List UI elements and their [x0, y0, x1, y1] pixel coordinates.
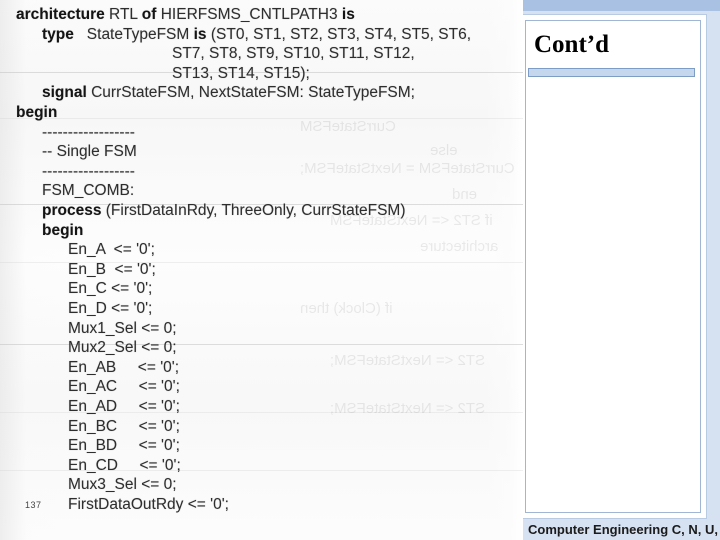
slide-title-underline-bar [528, 68, 695, 77]
code-line: En_AC <= '0'; [68, 378, 180, 396]
code-line: Mux1_Sel <= 0; [68, 319, 177, 337]
code-line: En_D <= '0'; [68, 300, 153, 317]
code-line: En_B <= '0'; [68, 260, 156, 278]
code-line: Mux3_Sel <= 0; [68, 476, 177, 494]
code-line: ------------------ [42, 123, 135, 141]
code-line: En_A <= '0'; [68, 241, 155, 259]
code-line: En_CD <= '0'; [68, 456, 181, 474]
code-line: ST13, ST14, ST15); [172, 64, 310, 82]
code-line: type StateTypeFSM is (ST0, ST1, ST2, ST3… [42, 25, 472, 43]
book-page-number: 137 [25, 500, 42, 510]
code-line: FSM_COMB: [42, 182, 135, 200]
code-line: En_AD <= '0'; [68, 398, 180, 415]
code-line: begin [42, 221, 84, 239]
code-line: -- Single FSM [42, 143, 137, 161]
slide-content-frame-inner [525, 20, 701, 513]
slide-canvas: Cont’d Computer Engineering C, N, U, Cur… [0, 0, 720, 540]
vhdl-code-listing: architecture RTL of HIERFSMS_CNTLPATH3 i… [0, 0, 523, 540]
code-line: begin [16, 104, 58, 121]
code-line: En_BD <= '0'; [68, 437, 180, 455]
slide-title: Cont’d [534, 31, 610, 58]
code-line: signal CurrStateFSM, NextStateFSM: State… [42, 84, 415, 102]
code-line: process (FirstDataInRdy, ThreeOnly, Curr… [42, 202, 406, 219]
code-line: En_AB <= '0'; [68, 358, 180, 376]
code-line: En_BC <= '0'; [68, 417, 180, 435]
code-line: ------------------ [42, 162, 135, 180]
code-line: En_C <= '0'; [68, 280, 153, 298]
code-line: architecture RTL of HIERFSMS_CNTLPATH3 i… [16, 6, 355, 23]
code-line: ST7, ST8, ST9, ST10, ST11, ST12, [172, 45, 415, 63]
code-line: FirstDataOutRdy <= '0'; [68, 496, 229, 513]
scanned-code-image: CurrStateFSM else CurrStateFSM = NextState… [0, 0, 523, 540]
code-line: Mux2_Sel <= 0; [68, 339, 177, 357]
